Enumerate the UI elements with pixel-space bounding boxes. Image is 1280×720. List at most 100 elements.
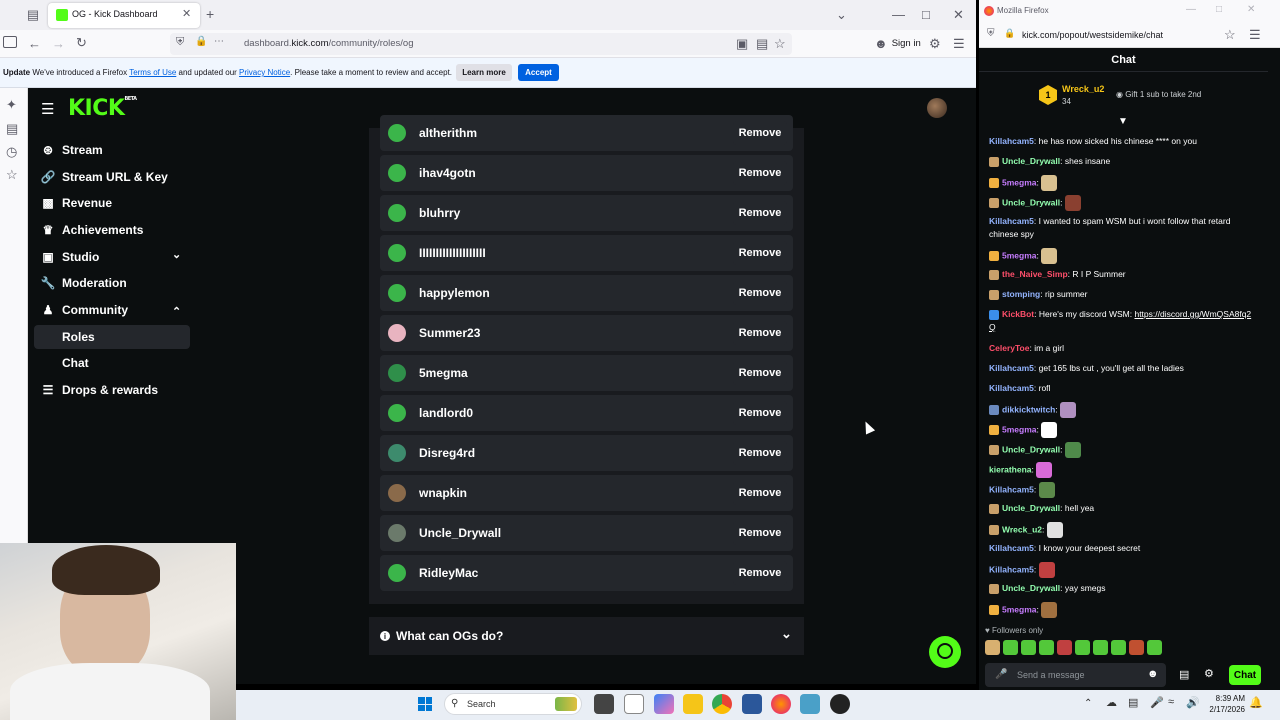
chat-username[interactable]: Killahcam5 (989, 564, 1034, 574)
og-username[interactable]: bluhrry (419, 206, 733, 220)
tab-kick-dashboard[interactable]: OG - Kick Dashboard ✕ (48, 3, 200, 28)
close-window-icon[interactable]: ✕ (1247, 5, 1255, 15)
chat-username[interactable]: KickBot (1002, 309, 1034, 319)
chat-emote[interactable] (1041, 248, 1058, 264)
terms-of-use-link[interactable]: Terms of Use (129, 68, 176, 77)
permissions-icon[interactable]: ⋯ (214, 37, 224, 47)
firefox-icon[interactable] (771, 694, 791, 714)
remove-og-button[interactable]: Remove (733, 441, 787, 465)
tab-list-icon[interactable]: ▤ (26, 8, 40, 21)
og-username[interactable]: altherithm (419, 126, 733, 140)
chat-username[interactable]: dikkicktwitch (1002, 404, 1055, 414)
og-username[interactable]: RidleyMac (419, 566, 733, 580)
reader-view-icon[interactable]: ▤ (756, 37, 768, 50)
volume-icon[interactable]: 🔊 (1186, 696, 1200, 709)
send-chat-button[interactable]: Chat (1229, 665, 1261, 685)
sidebar-item-stream[interactable]: ⊛ Stream (34, 138, 190, 162)
url-text[interactable]: dashboard.kick.com/community/roles/og (244, 38, 414, 49)
chat-username[interactable]: stomping (1002, 289, 1040, 299)
bookmark-star-icon[interactable]: ☆ (1224, 28, 1236, 41)
sidebar-item-studio[interactable]: ▣ Studio ⌄ (34, 245, 190, 269)
chat-username[interactable]: Killahcam5 (989, 543, 1034, 553)
remove-og-button[interactable]: Remove (733, 361, 787, 385)
notepad-icon[interactable] (624, 694, 644, 714)
remove-og-button[interactable]: Remove (733, 321, 787, 345)
chat-emote[interactable] (1038, 562, 1055, 578)
close-tab-icon[interactable]: ✕ (182, 9, 191, 20)
settings-gear-icon[interactable]: ⚙ (1204, 667, 1214, 680)
quick-emote-icon[interactable] (1093, 640, 1108, 655)
chat-username[interactable]: Uncle_Drywall (1002, 503, 1060, 513)
taskbar-clock[interactable]: 8:39 AM 2/17/2026 (1205, 693, 1245, 715)
chat-emote[interactable] (1046, 522, 1063, 538)
chat-emote[interactable] (1064, 442, 1081, 458)
gift-sub-text[interactable]: ◉ Gift 1 sub to take 2nd (1116, 90, 1201, 99)
remove-og-button[interactable]: Remove (733, 281, 787, 305)
remove-og-button[interactable]: Remove (733, 521, 787, 545)
filter-icon[interactable]: ▼ (1118, 116, 1128, 127)
og-username[interactable]: ihav4gotn (419, 166, 733, 180)
og-username[interactable]: wnapkin (419, 486, 733, 500)
ai-chat-icon[interactable]: ✦ (6, 98, 17, 111)
chat-username[interactable]: Killahcam5 (989, 136, 1034, 146)
notifications-icon[interactable]: 🔔 (1249, 696, 1263, 709)
chat-url-text[interactable]: kick.com/popout/westsidemike/chat (1022, 30, 1163, 40)
og-username[interactable]: 5megma (419, 366, 733, 380)
maximize-icon[interactable]: □ (922, 8, 930, 21)
tabs-sync-icon[interactable]: ▤ (6, 122, 18, 135)
menu-icon[interactable]: ☰ (1249, 28, 1261, 41)
minimize-icon[interactable]: — (892, 8, 905, 21)
sidebar-item-drops-rewards[interactable]: ☰ Drops & rewards (34, 378, 190, 402)
quick-emote-icon[interactable] (985, 640, 1000, 655)
og-username[interactable]: Uncle_Drywall (419, 526, 733, 540)
quick-emote-icon[interactable] (1111, 640, 1126, 655)
obs-icon[interactable] (830, 694, 850, 714)
chat-username[interactable]: Uncle_Drywall (1002, 444, 1060, 454)
file-explorer-icon[interactable] (683, 694, 703, 714)
url-bar[interactable]: ⛨ 🔒 ⋯ dashboard.kick.com/community/roles… (170, 33, 792, 55)
og-username[interactable]: IIIIIIIIIIIIIIIIIIII (419, 246, 733, 260)
chat-username[interactable]: the_Naive_Simp (1002, 269, 1068, 279)
chat-emote[interactable] (1041, 175, 1058, 191)
chat-username[interactable]: Killahcam5 (989, 216, 1034, 226)
user-avatar[interactable] (927, 98, 947, 118)
learn-more-button[interactable]: Learn more (456, 64, 512, 81)
quick-emote-icon[interactable] (1129, 640, 1144, 655)
chat-emote[interactable] (1038, 482, 1055, 498)
quick-emote-icon[interactable] (1003, 640, 1018, 655)
chat-username[interactable]: Killahcam5 (989, 383, 1034, 393)
screenshot-icon[interactable]: ▣ (736, 37, 748, 50)
what-can-ogs-do-accordion[interactable]: i What can OGs do? ⌄ (369, 617, 804, 655)
chat-username[interactable]: Wreck_u2 (1002, 524, 1042, 534)
sidebar-item-stream-url-key[interactable]: 🔗 Stream URL & Key (34, 165, 190, 189)
copilot-icon[interactable] (654, 694, 674, 714)
new-tab-icon[interactable]: + (206, 7, 214, 21)
og-username[interactable]: Disreg4rd (419, 446, 733, 460)
close-window-icon[interactable]: ✕ (953, 8, 964, 21)
chat-username[interactable]: Killahcam5 (989, 484, 1034, 494)
chevron-down-icon[interactable]: ⌄ (836, 8, 847, 21)
back-icon[interactable]: ← (28, 37, 41, 50)
chat-username[interactable]: kierathena (989, 464, 1032, 474)
quick-emote-icon[interactable] (1147, 640, 1162, 655)
shield-icon[interactable]: ⛨ (176, 37, 184, 48)
lock-icon[interactable]: 🔒 (1004, 29, 1015, 38)
menu-icon[interactable]: ☰ (953, 37, 965, 50)
cloud-icon[interactable]: ☁ (1106, 696, 1117, 709)
chrome-icon[interactable] (712, 694, 732, 714)
sidebar-item-moderation[interactable]: 🔧 Moderation (34, 271, 190, 295)
og-username[interactable]: landlord0 (419, 406, 733, 420)
chat-emote[interactable] (1060, 402, 1077, 418)
chat-emote[interactable] (1036, 462, 1053, 478)
chat-emote[interactable] (1064, 195, 1081, 211)
tray-app-icon[interactable]: ▤ (1128, 696, 1138, 709)
bookmark-star-icon[interactable]: ☆ (774, 37, 786, 50)
chat-username[interactable]: 5megma (1002, 177, 1037, 187)
remove-og-button[interactable]: Remove (733, 401, 787, 425)
store-icon[interactable]: ▤ (1179, 668, 1189, 681)
history-icon[interactable]: ◷ (6, 145, 17, 158)
microphone-icon[interactable]: 🎤 (995, 669, 1007, 680)
chat-emote[interactable] (1041, 422, 1058, 438)
chat-username[interactable]: Uncle_Drywall (1002, 197, 1060, 207)
chat-username[interactable]: 5megma (1002, 424, 1037, 434)
